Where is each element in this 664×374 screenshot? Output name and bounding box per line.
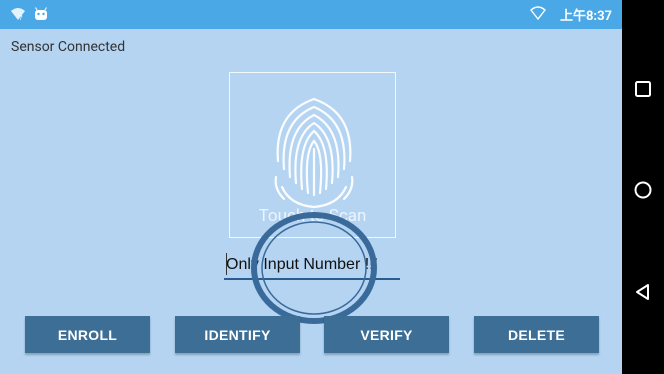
text-cursor	[226, 253, 227, 275]
app-screen: ? 上午8:37 Sensor Connected Touch to Scan …	[0, 0, 622, 374]
delete-button[interactable]: DELETE	[474, 316, 599, 353]
touch-hint-label: Touch to Scan	[258, 206, 367, 226]
verify-button[interactable]: VERIFY	[324, 316, 449, 353]
fingerprint-scan-area[interactable]: Touch to Scan	[229, 72, 396, 238]
back-icon[interactable]	[633, 282, 653, 302]
recents-icon[interactable]	[633, 79, 653, 99]
fingerprint-icon	[274, 97, 354, 209]
wifi-call-icon: ?	[10, 6, 26, 25]
svg-text:?: ?	[19, 14, 23, 21]
sensor-status-label: Sensor Connected	[11, 39, 126, 55]
clock: 上午8:37	[559, 9, 612, 24]
home-icon[interactable]	[633, 180, 653, 200]
status-bar: ? 上午8:37	[0, 0, 622, 29]
identify-button[interactable]: IDENTIFY	[175, 316, 300, 353]
enroll-button[interactable]: ENROLL	[25, 316, 150, 353]
android-icon	[34, 6, 48, 25]
navigation-bar	[622, 0, 664, 374]
wifi-icon	[529, 5, 546, 24]
number-input[interactable]	[224, 252, 400, 280]
